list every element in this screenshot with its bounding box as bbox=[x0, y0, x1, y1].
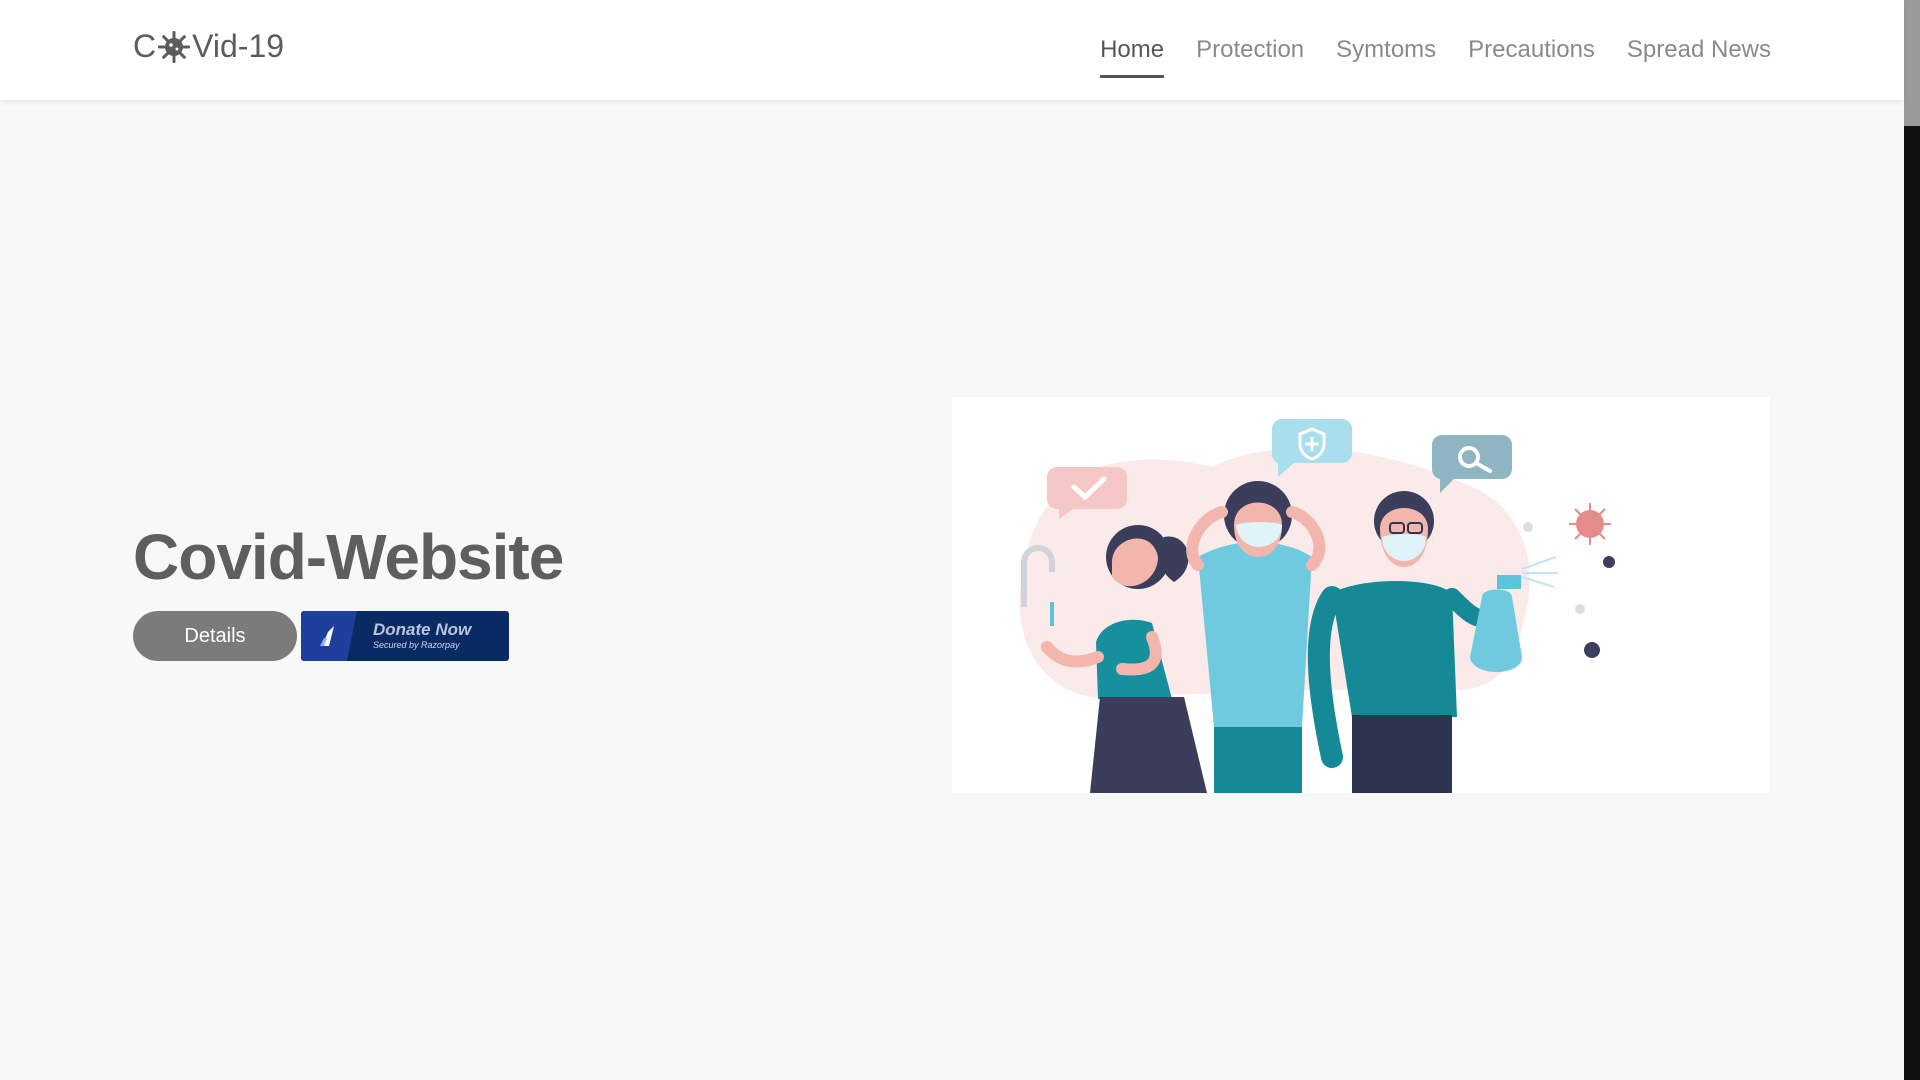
nav-link-spread-news[interactable]: Spread News bbox=[1627, 28, 1771, 72]
nav-link-symtoms[interactable]: Symtoms bbox=[1336, 28, 1436, 72]
donate-now-button[interactable]: Donate Now Secured by Razorpay bbox=[301, 611, 509, 661]
donate-text: Donate Now Secured by Razorpay bbox=[373, 621, 471, 651]
donate-label: Donate Now bbox=[373, 620, 472, 639]
virus-icon bbox=[158, 30, 191, 63]
brand-prefix: C bbox=[133, 28, 157, 64]
search-bubble-icon bbox=[1431, 435, 1512, 493]
nav-link-precautions[interactable]: Precautions bbox=[1468, 28, 1595, 72]
hero-title: Covid-Website bbox=[133, 521, 564, 593]
brand-logo[interactable]: C Vid-19 bbox=[133, 28, 284, 65]
brand-suffix: Vid-19 bbox=[192, 28, 285, 64]
nav-link-home[interactable]: Home bbox=[1100, 28, 1165, 78]
main-nav: Home Protection Symtoms Precautions Spre… bbox=[1100, 0, 1771, 100]
nav-link-protection[interactable]: Protection bbox=[1196, 28, 1304, 72]
scrollbar-thumb[interactable] bbox=[1904, 0, 1920, 126]
donate-sublabel: Secured by Razorpay bbox=[373, 640, 460, 650]
people-wearing-masks-illustration bbox=[952, 397, 1770, 793]
details-button[interactable]: Details bbox=[133, 611, 297, 661]
razorpay-logo-icon bbox=[301, 611, 357, 661]
navbar: C Vid-19 Home Protection Symtoms Precaut… bbox=[0, 0, 1904, 100]
scrollbar[interactable] bbox=[1904, 0, 1920, 1080]
